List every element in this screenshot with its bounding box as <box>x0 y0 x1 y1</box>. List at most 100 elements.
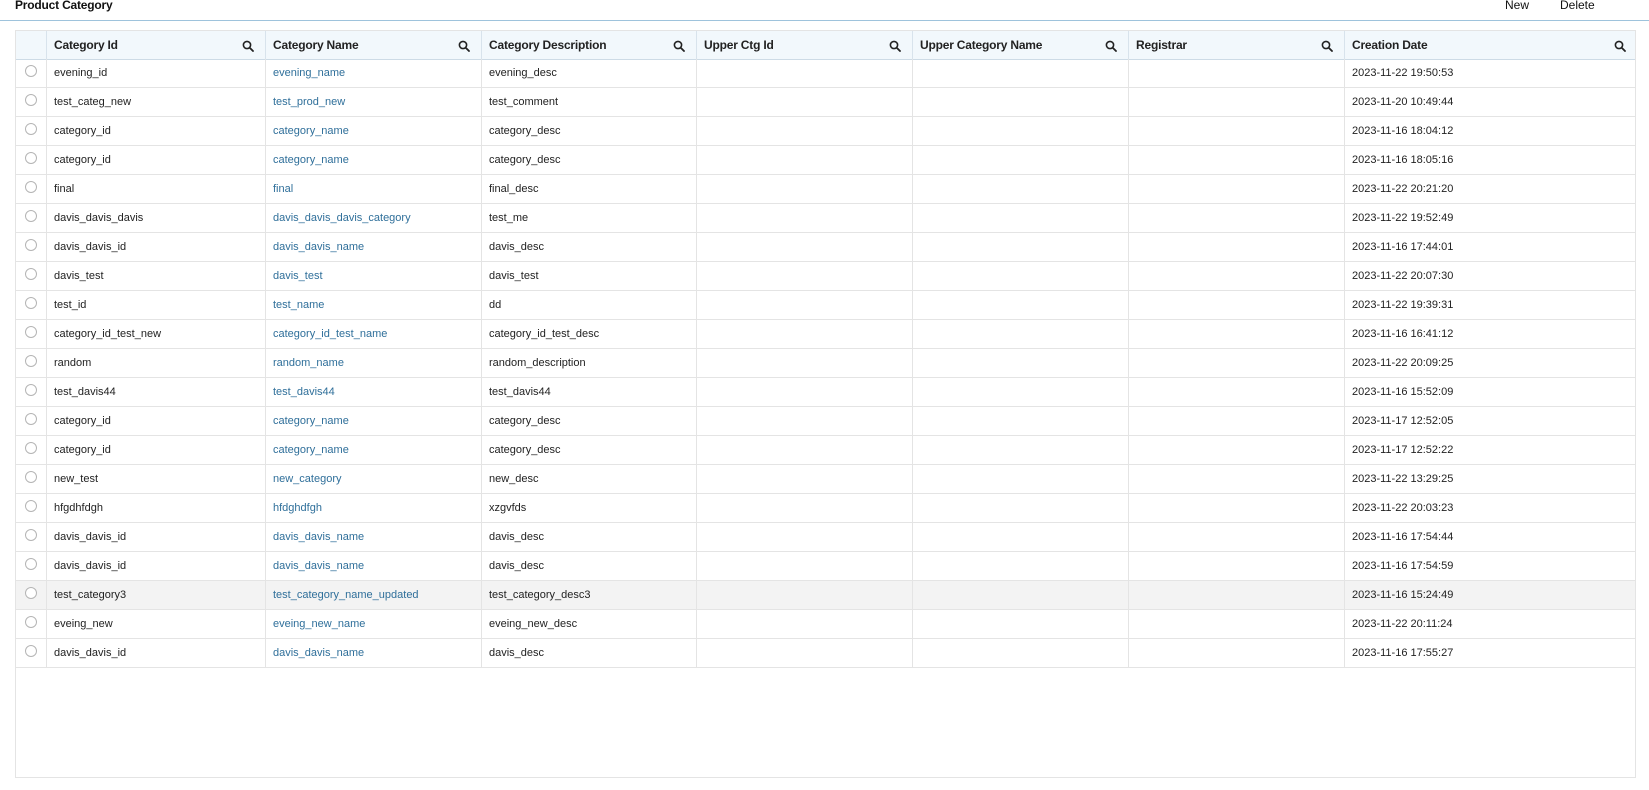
search-icon[interactable] <box>242 39 254 52</box>
row-select-radio[interactable] <box>25 210 37 222</box>
row-select-radio[interactable] <box>25 529 37 541</box>
new-button[interactable]: New <box>1505 0 1529 12</box>
column-header-category-description[interactable]: Category Description <box>481 31 696 59</box>
cell-category-name[interactable]: eveing_new_name <box>265 610 481 638</box>
row-select-radio[interactable] <box>25 239 37 251</box>
table-row[interactable]: test_category3 test_category_name_updated… <box>16 581 1635 610</box>
category-name-link[interactable]: eveing_new_name <box>273 618 365 630</box>
row-select-radio[interactable] <box>25 268 37 280</box>
table-row[interactable]: category_id_test_new category_id_test_nam… <box>16 320 1635 349</box>
table-row[interactable]: davis_davis_davis davis_davis_davis_categ… <box>16 204 1635 233</box>
table-row[interactable]: evening_id evening_name evening_desc 2023-1… <box>16 59 1635 88</box>
category-name-link[interactable]: category_id_test_name <box>273 328 387 340</box>
row-select-radio[interactable] <box>25 65 37 77</box>
table-row[interactable]: category_id category_name category_desc 202… <box>16 117 1635 146</box>
column-header-registrar[interactable]: Registrar <box>1128 31 1344 59</box>
delete-button[interactable]: Delete <box>1560 0 1595 12</box>
row-select-radio[interactable] <box>25 587 37 599</box>
cell-category-name[interactable]: random_name <box>265 349 481 377</box>
cell-category-name[interactable]: test_davis44 <box>265 378 481 406</box>
cell-category-name[interactable]: davis_test <box>265 262 481 290</box>
cell-category-name[interactable]: davis_davis_name <box>265 552 481 580</box>
table-row[interactable]: final final final_desc 2023-11-22 20:21:20 <box>16 175 1635 204</box>
search-icon[interactable] <box>458 39 470 52</box>
table-row[interactable]: category_id category_name category_desc 202… <box>16 436 1635 465</box>
cell-category-name[interactable]: davis_davis_name <box>265 523 481 551</box>
category-name-link[interactable]: new_category <box>273 473 342 485</box>
table-row[interactable]: category_id category_name category_desc 202… <box>16 146 1635 175</box>
table-row[interactable]: category_id category_name category_desc 202… <box>16 407 1635 436</box>
category-name-link[interactable]: final <box>273 183 293 195</box>
column-header-category-name[interactable]: Category Name <box>265 31 481 59</box>
cell-category-name[interactable]: category_name <box>265 117 481 145</box>
cell-category-name[interactable]: test_category_name_updated <box>265 581 481 609</box>
category-name-link[interactable]: evening_name <box>273 67 345 79</box>
table-row[interactable]: davis_davis_id davis_davis_name davis_desc… <box>16 639 1635 668</box>
search-icon[interactable] <box>1321 39 1333 52</box>
category-name-link[interactable]: category_name <box>273 415 349 427</box>
category-name-link[interactable]: davis_davis_name <box>273 647 364 659</box>
row-select-radio[interactable] <box>25 326 37 338</box>
row-select-radio[interactable] <box>25 297 37 309</box>
cell-category-name[interactable]: category_name <box>265 407 481 435</box>
table-row[interactable]: davis_davis_id davis_davis_name davis_desc… <box>16 523 1635 552</box>
row-select-radio[interactable] <box>25 558 37 570</box>
cell-category-name[interactable]: evening_name <box>265 59 481 87</box>
cell-category-name[interactable]: hfdghdfgh <box>265 494 481 522</box>
category-name-link[interactable]: random_name <box>273 357 344 369</box>
cell-category-name[interactable]: new_category <box>265 465 481 493</box>
category-name-link[interactable]: davis_davis_name <box>273 241 364 253</box>
table-row[interactable]: eveing_new eveing_new_name eveing_new_desc… <box>16 610 1635 639</box>
search-icon[interactable] <box>1105 39 1117 52</box>
cell-category-name[interactable]: davis_davis_davis_category <box>265 204 481 232</box>
category-name-link[interactable]: davis_davis_name <box>273 531 364 543</box>
category-name-link[interactable]: category_name <box>273 125 349 137</box>
row-select-radio[interactable] <box>25 181 37 193</box>
table-row[interactable]: new_test new_category new_desc 2023-11-22 1… <box>16 465 1635 494</box>
row-select-radio[interactable] <box>25 152 37 164</box>
row-select-radio[interactable] <box>25 123 37 135</box>
cell-category-name[interactable]: category_name <box>265 436 481 464</box>
category-name-link[interactable]: hfdghdfgh <box>273 502 322 514</box>
cell-category-name[interactable]: category_name <box>265 146 481 174</box>
row-select-radio[interactable] <box>25 355 37 367</box>
table-row[interactable]: random random_name random_description 2023-… <box>16 349 1635 378</box>
search-icon[interactable] <box>889 39 901 52</box>
column-header-creation-date[interactable]: Creation Date <box>1344 31 1635 59</box>
cell-category-name[interactable]: category_id_test_name <box>265 320 481 348</box>
category-name-link[interactable]: davis_davis_name <box>273 560 364 572</box>
cell-category-name[interactable]: davis_davis_name <box>265 639 481 667</box>
cell-category-name[interactable]: test_name <box>265 291 481 319</box>
search-icon[interactable] <box>1614 39 1626 52</box>
table-row[interactable]: davis_davis_id davis_davis_name davis_desc… <box>16 233 1635 262</box>
row-select-radio[interactable] <box>25 413 37 425</box>
row-select-radio[interactable] <box>25 384 37 396</box>
category-name-link[interactable]: test_prod_new <box>273 96 345 108</box>
column-header-category-id[interactable]: Category Id <box>46 31 265 59</box>
table-row[interactable]: davis_davis_id davis_davis_name davis_desc… <box>16 552 1635 581</box>
category-name-link[interactable]: test_category_name_updated <box>273 589 419 601</box>
search-icon[interactable] <box>673 39 685 52</box>
category-name-link[interactable]: test_davis44 <box>273 386 335 398</box>
category-name-link[interactable]: davis_davis_davis_category <box>273 212 411 224</box>
cell-category-name[interactable]: test_prod_new <box>265 88 481 116</box>
category-name-link[interactable]: category_name <box>273 154 349 166</box>
row-select-radio[interactable] <box>25 645 37 657</box>
table-row[interactable]: test_davis44 test_davis44 test_davis44 2023… <box>16 378 1635 407</box>
row-select-radio[interactable] <box>25 442 37 454</box>
category-name-link[interactable]: davis_test <box>273 270 323 282</box>
category-name-link[interactable]: test_name <box>273 299 324 311</box>
row-select-radio[interactable] <box>25 94 37 106</box>
row-select-radio[interactable] <box>25 471 37 483</box>
table-row[interactable]: davis_test davis_test davis_test 2023-11-22… <box>16 262 1635 291</box>
cell-category-name[interactable]: davis_davis_name <box>265 233 481 261</box>
row-select-radio[interactable] <box>25 500 37 512</box>
row-select-radio[interactable] <box>25 616 37 628</box>
table-row[interactable]: test_categ_new test_prod_new test_comment 2… <box>16 88 1635 117</box>
table-row[interactable]: hfgdhfdgh hfdghdfgh xzgvfds 2023-11-22 20:0… <box>16 494 1635 523</box>
column-header-upper-category-name[interactable]: Upper Category Name <box>912 31 1128 59</box>
category-name-link[interactable]: category_name <box>273 444 349 456</box>
column-header-upper-ctg-id[interactable]: Upper Ctg Id <box>696 31 912 59</box>
cell-category-name[interactable]: final <box>265 175 481 203</box>
table-row[interactable]: test_id test_name dd 2023-11-22 19:39:31 <box>16 291 1635 320</box>
